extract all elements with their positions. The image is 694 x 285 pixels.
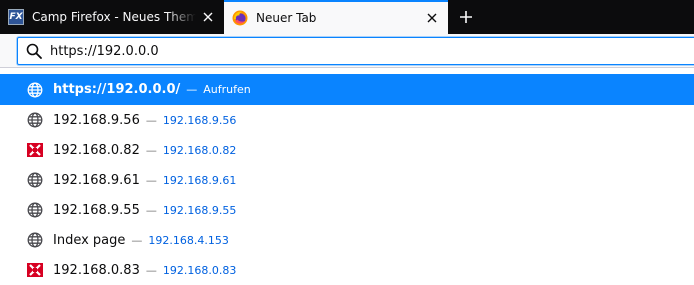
suggestion-separator: — [145, 263, 157, 277]
suggestion-title: 192.168.9.61 [53, 172, 140, 188]
suggestion-row[interactable]: 192.168.9.55 — 192.168.9.55 [0, 195, 694, 225]
suggestion-url: 192.168.9.56 [162, 113, 237, 127]
suggestion-title: 192.168.9.55 [53, 202, 140, 218]
suggestion-title: 192.168.0.83 [53, 262, 140, 278]
suggestion-row[interactable]: Index page — 192.168.4.153 [0, 225, 694, 255]
fx-logo-icon: FX [8, 9, 24, 25]
suggestion-separator: — [145, 143, 157, 157]
globe-icon [27, 172, 43, 188]
tab-camp-firefox[interactable]: FX Camp Firefox - Neues Thema e [0, 0, 224, 34]
suggestion-title: 192.168.9.56 [53, 112, 140, 128]
suggestion-row[interactable]: https://192.0.0.0/ — Aufrufen [0, 74, 694, 105]
suggestion-separator: — [145, 203, 157, 217]
suggestion-row[interactable]: 192.168.9.61 — 192.168.9.61 [0, 165, 694, 195]
close-tab-icon[interactable] [196, 5, 220, 29]
tab-strip: FX Camp Firefox - Neues Thema e Neuer Ta… [0, 0, 694, 34]
suggestion-url: 192.168.0.83 [162, 263, 237, 277]
navigation-bar [0, 34, 694, 68]
suggestion-separator: — [145, 113, 157, 127]
suggestion-url: 192.168.9.55 [162, 203, 237, 217]
suggestion-title: https://192.0.0.0/ [53, 82, 181, 97]
red-warning-icon [27, 262, 43, 278]
suggestion-url: 192.168.0.82 [162, 143, 237, 157]
tab-neuer-tab[interactable]: Neuer Tab [224, 0, 448, 34]
url-input[interactable] [50, 43, 650, 59]
suggestion-title: 192.168.0.82 [53, 142, 140, 158]
tab-title: Camp Firefox - Neues Thema e [32, 10, 196, 24]
globe-icon [27, 82, 43, 98]
url-bar[interactable] [17, 37, 694, 65]
plus-icon [459, 10, 473, 24]
search-icon [18, 43, 50, 59]
suggestion-separator: — [186, 83, 198, 96]
red-warning-icon [27, 142, 43, 158]
suggestion-separator: — [145, 173, 157, 187]
suggestion-row[interactable]: 192.168.0.82 — 192.168.0.82 [0, 135, 694, 165]
suggestion-row[interactable]: 192.168.9.56 — 192.168.9.56 [0, 105, 694, 135]
new-tab-button[interactable] [450, 0, 482, 34]
suggestion-separator: — [131, 233, 143, 247]
suggestion-row[interactable]: 192.168.0.83 — 192.168.0.83 [0, 255, 694, 285]
tab-title: Neuer Tab [256, 11, 317, 25]
globe-icon [27, 232, 43, 248]
url-suggestions-list: https://192.0.0.0/ — Aufrufen 192.168.9.56 —… [0, 74, 694, 285]
suggestion-title: Index page [53, 232, 126, 248]
suggestion-url: 192.168.4.153 [148, 233, 229, 247]
firefox-icon [232, 10, 248, 26]
suggestion-url: 192.168.9.61 [162, 173, 237, 187]
close-tab-icon[interactable] [420, 6, 444, 30]
globe-icon [27, 202, 43, 218]
suggestion-action: Aufrufen [203, 83, 251, 96]
globe-icon [27, 112, 43, 128]
